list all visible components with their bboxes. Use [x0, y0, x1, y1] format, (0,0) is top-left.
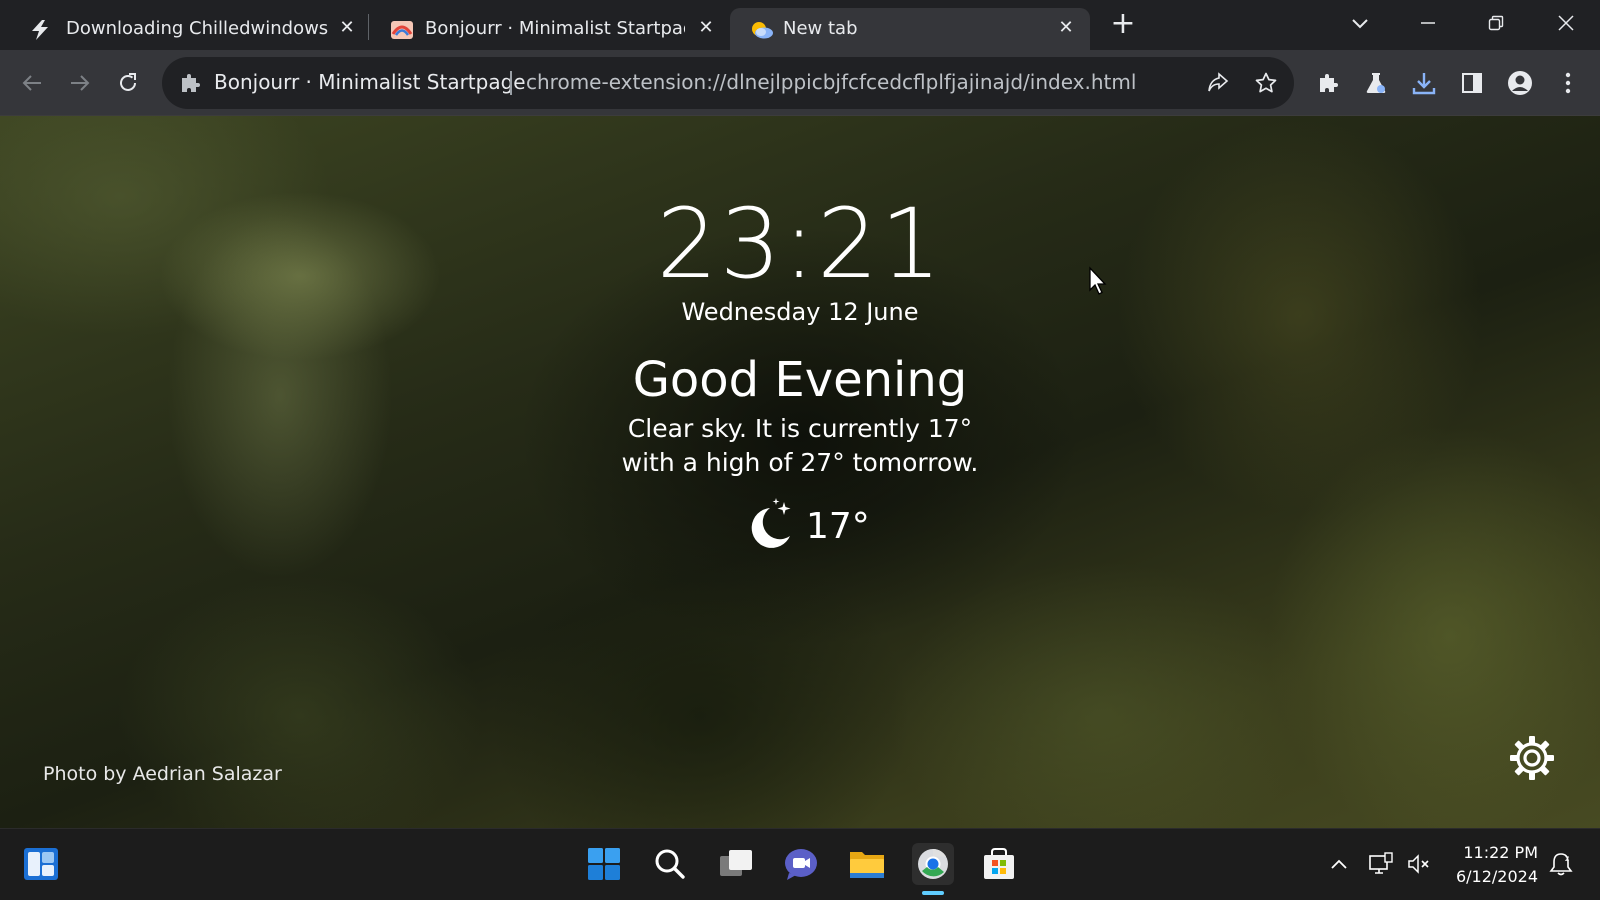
temperature-value: 17° [806, 506, 870, 547]
widgets-button[interactable] [20, 843, 62, 885]
browser-toolbar: Bonjourr · Minimalist Startpage chrome-e… [0, 50, 1600, 116]
close-tab-icon[interactable]: ✕ [1054, 16, 1078, 40]
lightning-icon [32, 20, 48, 40]
labs-button[interactable] [1360, 67, 1392, 99]
minimize-button[interactable] [1408, 6, 1448, 40]
reload-button[interactable] [112, 67, 144, 99]
teams-chat-icon [785, 849, 817, 880]
search-icon [655, 849, 685, 879]
close-window-button[interactable] [1546, 6, 1586, 40]
restore-button[interactable] [1476, 6, 1516, 40]
bonjourr-icon [391, 21, 413, 39]
moon-stars-icon [751, 498, 791, 548]
extensions-button[interactable] [1312, 67, 1344, 99]
date-text: Wednesday 12 June [681, 298, 919, 326]
tab-new-tab[interactable]: New tab ✕ [730, 8, 1090, 50]
back-button[interactable] [16, 67, 48, 99]
tab-title: Downloading Chilledwindows.ex [66, 18, 328, 39]
tab-downloading[interactable]: Downloading Chilledwindows.ex ✕ [0, 8, 364, 50]
windows-taskbar: 11:22 PM 6/12/2024 z [0, 828, 1600, 900]
share-icon [1208, 72, 1229, 92]
startpage-background: 23:21 Wednesday 12 June Good Evening Cle… [0, 116, 1600, 828]
avatar-icon [1508, 71, 1532, 95]
forward-button[interactable] [64, 67, 96, 99]
gear-icon[interactable] [1506, 732, 1558, 784]
close-tab-icon[interactable]: ✕ [694, 16, 718, 40]
store-button[interactable] [978, 843, 1020, 885]
mouse-cursor-icon [1089, 266, 1107, 295]
url-text[interactable]: chrome-extension://dlnejlppicbjfcfcedcfl… [526, 70, 1136, 94]
side-panel-icon [1462, 73, 1482, 93]
arrow-left-icon [22, 75, 41, 91]
system-date: 6/12/2024 [1455, 867, 1538, 886]
arrow-right-icon [71, 75, 90, 91]
photo-credit[interactable]: Photo by Aedrian Salazar [43, 763, 282, 785]
clock-time: 23:21 [656, 188, 944, 300]
close-icon [1558, 15, 1574, 31]
chrome-menu-button[interactable] [1552, 67, 1584, 99]
tab-search-button[interactable] [1340, 6, 1380, 40]
close-tab-icon[interactable]: ✕ [335, 16, 359, 40]
bookmark-button[interactable] [1250, 67, 1282, 99]
svg-text:z: z [1565, 854, 1569, 863]
extension-puzzle-icon [1320, 74, 1338, 92]
chrome-icon [918, 849, 948, 879]
tab-bonjourr[interactable]: Bonjourr · Minimalist Startpage ✕ [370, 8, 728, 50]
volume-muted-icon[interactable] [1406, 851, 1432, 877]
system-clock[interactable]: 11:22 PM 6/12/2024 [1446, 841, 1538, 889]
tab-divider [368, 14, 369, 40]
active-app-indicator [922, 891, 944, 895]
weather-favicon [752, 22, 773, 39]
chevron-up-icon[interactable] [1326, 851, 1352, 877]
restore-icon [1488, 15, 1504, 31]
notification-bell-icon[interactable]: z [1548, 851, 1574, 877]
weather-forecast: with a high of 27° tomorrow. [621, 448, 979, 477]
current-weather: 17° [740, 498, 880, 558]
task-view-icon [720, 850, 752, 876]
tab-strip: Downloading Chilledwindows.ex ✕ Bonjourr… [0, 0, 1600, 50]
address-bar[interactable]: Bonjourr · Minimalist Startpage chrome-e… [162, 57, 1294, 109]
microsoft-store-icon [984, 848, 1014, 879]
omnibox-divider [510, 71, 512, 95]
file-explorer-icon [850, 852, 884, 878]
file-explorer-button[interactable] [846, 843, 888, 885]
search-button[interactable] [649, 843, 691, 885]
network-icon[interactable] [1368, 851, 1394, 877]
task-view-button[interactable] [715, 843, 757, 885]
system-time: 11:22 PM [1463, 843, 1538, 862]
new-tab-button[interactable]: + [1108, 9, 1138, 40]
windows-start-icon [588, 848, 620, 880]
greeting-text: Good Evening [632, 352, 968, 408]
chat-button[interactable] [780, 843, 822, 885]
site-title: Bonjourr · Minimalist Startpage [214, 70, 526, 94]
profile-button[interactable] [1504, 67, 1536, 99]
widgets-icon [24, 848, 58, 880]
download-icon [1412, 73, 1436, 95]
chrome-taskbar-button[interactable] [912, 843, 954, 885]
star-icon [1255, 72, 1277, 93]
side-panel-button[interactable] [1456, 67, 1488, 99]
tab-title: New tab [783, 18, 858, 39]
tab-title: Bonjourr · Minimalist Startpage [425, 18, 685, 39]
kebab-menu-icon [1565, 72, 1571, 94]
flask-icon [1366, 73, 1386, 93]
reload-icon [120, 73, 136, 91]
start-button[interactable] [583, 843, 625, 885]
share-button[interactable] [1202, 67, 1234, 99]
downloads-button[interactable] [1408, 67, 1440, 99]
extension-puzzle-icon [182, 74, 200, 92]
minimize-icon [1421, 22, 1435, 24]
chevron-down-icon [1352, 19, 1368, 29]
weather-description: Clear sky. It is currently 17° [627, 414, 973, 443]
